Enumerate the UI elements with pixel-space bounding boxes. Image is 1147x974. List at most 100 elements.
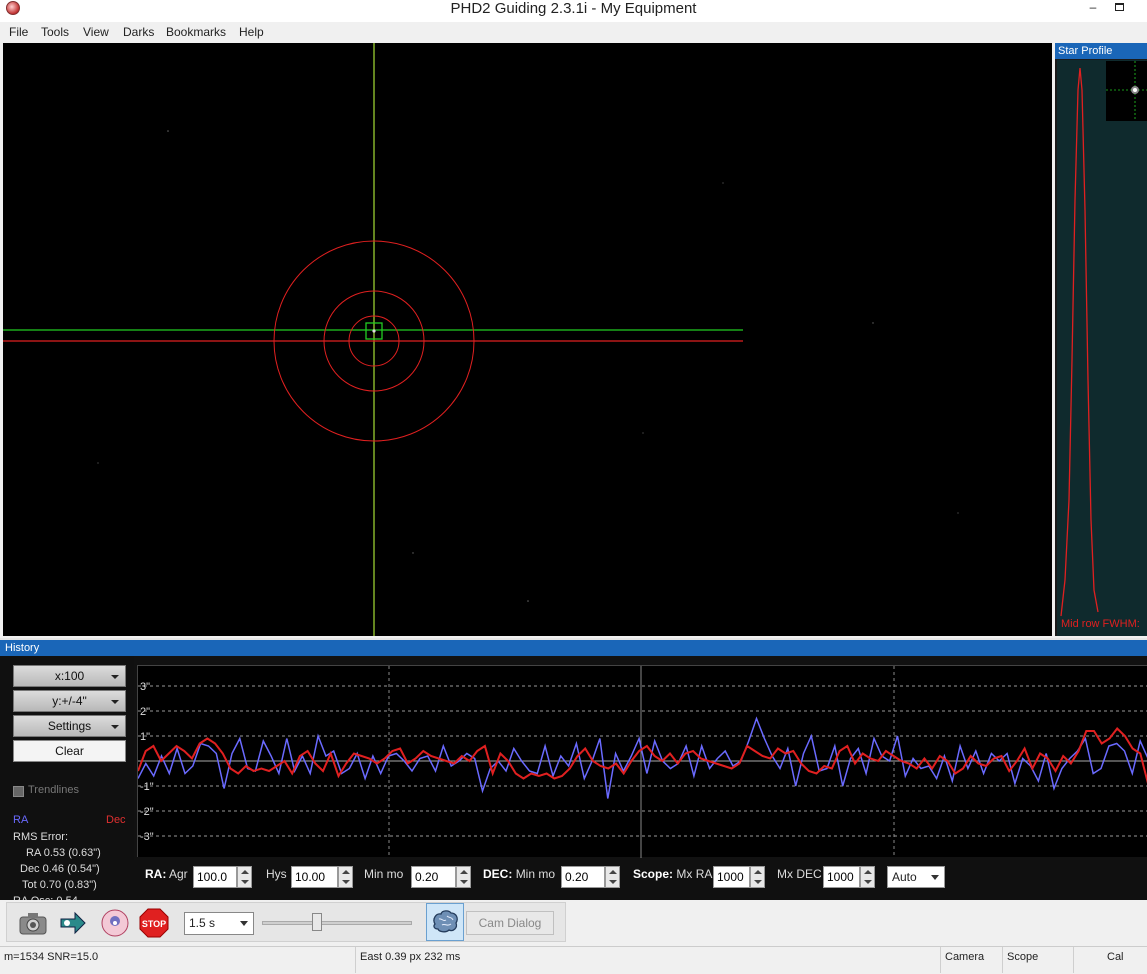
cam-dialog-button[interactable]: Cam Dialog	[466, 911, 554, 935]
window-title: PHD2 Guiding 2.3.1i - My Equipment	[450, 0, 697, 17]
exposure-duration-select[interactable]: 1.5 s	[184, 912, 254, 935]
settings-dropdown[interactable]: Settings	[13, 715, 126, 737]
menu-bookmarks[interactable]: Bookmarks	[166, 25, 226, 39]
hys-label: Hys	[266, 867, 287, 881]
spinner-arrows-icon[interactable]	[456, 866, 471, 888]
y-tick-label: -1"	[140, 781, 154, 793]
status-divider	[1002, 947, 1003, 973]
guide-params-bar: RA: Agr Hys Min mo DEC: Min mo Scope: Mx…	[134, 860, 1147, 900]
trendlines-checkbox[interactable]	[13, 786, 24, 797]
chevron-down-icon	[111, 675, 119, 679]
legend-ra: RA	[13, 814, 29, 826]
brain-phd-icon[interactable]	[99, 907, 131, 939]
fwhm-label: Mid row FWHM:	[1061, 618, 1140, 630]
title-bar: PHD2 Guiding 2.3.1i - My Equipment –	[0, 0, 1147, 22]
dec-min-move-input[interactable]	[561, 866, 605, 888]
camera-status: Camera	[945, 951, 985, 963]
dec-mode-select[interactable]: Auto	[887, 866, 945, 888]
spinner-arrows-icon[interactable]	[750, 866, 765, 888]
trendlines-label: Trendlines	[28, 784, 79, 796]
y-tick-label: 1"	[140, 731, 150, 743]
ra-section-label: RA:	[145, 867, 167, 881]
x-scale-label: x:100	[54, 669, 85, 683]
menu-help[interactable]: Help	[239, 25, 264, 39]
brain-icon	[433, 910, 458, 933]
chevron-down-icon	[111, 700, 119, 704]
minimize-button[interactable]: –	[1080, 0, 1106, 18]
y-scale-label: y:+/-4"	[52, 694, 87, 708]
dec-mode-value: Auto	[892, 870, 917, 884]
max-dec-label: Mx DEC	[777, 867, 822, 881]
history-graph[interactable]: 3" 2" 1" -1" -2" -3"	[137, 665, 1147, 858]
star-info-status: m=1534 SNR=15.0	[4, 951, 99, 963]
guide-star	[372, 329, 376, 333]
ra-hysteresis-input[interactable]	[291, 866, 338, 888]
stop-label: STOP	[142, 919, 166, 929]
y-tick-label: 2"	[140, 706, 150, 718]
main-toolbar: STOP 1.5 s	[0, 900, 1147, 944]
spinner-arrows-icon[interactable]	[860, 866, 875, 888]
max-ra-label: Mx RA	[676, 867, 713, 881]
scope-section-label: Scope:	[633, 867, 674, 881]
status-divider	[940, 947, 941, 973]
gamma-slider[interactable]	[262, 913, 412, 933]
star-profile-panel: Star Profile Mid row FWHM:	[1055, 43, 1147, 636]
y-tick-label: 3"	[140, 681, 150, 693]
clear-button[interactable]: Clear	[13, 740, 126, 762]
maximize-button[interactable]	[1106, 0, 1132, 18]
y-tick-label: -3"	[140, 831, 154, 843]
menu-view[interactable]: View	[83, 25, 109, 39]
legend-dec: Dec	[106, 814, 126, 826]
status-divider	[1073, 947, 1074, 973]
history-controls: x:100 y:+/-4" Settings Clear Trendlines …	[0, 656, 134, 907]
star-thumbnail	[1106, 61, 1147, 121]
profile-curve	[1060, 67, 1099, 617]
guide-step-status: East 0.39 px 232 ms	[360, 951, 461, 963]
dec-min-move-label: Min mo	[515, 867, 556, 881]
menu-tools[interactable]: Tools	[41, 25, 69, 39]
ra-aggressiveness-input[interactable]	[193, 866, 237, 888]
menu-bar: File Tools View Darks Bookmarks Help	[0, 22, 1147, 43]
guide-overlay	[3, 43, 959, 636]
maximize-icon	[1114, 3, 1124, 11]
phd2-window: PHD2 Guiding 2.3.1i - My Equipment – Fil…	[0, 0, 1147, 974]
dec-section-label: DEC:	[483, 867, 513, 881]
exposure-duration-value: 1.5 s	[189, 916, 216, 930]
spinner-arrows-icon[interactable]	[237, 866, 252, 888]
rms-dec: Dec 0.46 (0.54")	[20, 863, 100, 875]
chevron-down-icon	[931, 875, 939, 880]
rms-total: Tot 0.70 (0.83")	[22, 879, 97, 891]
camera-icon[interactable]	[17, 907, 49, 939]
max-dec-input[interactable]	[823, 866, 860, 888]
x-scale-dropdown[interactable]: x:100	[13, 665, 126, 687]
guide-arrow-icon[interactable]	[57, 907, 89, 939]
scope-params-label: Scope: Mx RA	[633, 867, 712, 881]
stop-icon[interactable]: STOP	[138, 907, 170, 939]
gamma-slider-rail	[262, 921, 412, 925]
guide-image-view[interactable]	[3, 43, 1052, 636]
ra-min-move-input[interactable]	[411, 866, 456, 888]
menu-darks[interactable]: Darks	[123, 25, 154, 39]
history-chart: 3" 2" 1" -1" -2" -3"	[138, 666, 1147, 858]
star-profile-title: Star Profile	[1055, 43, 1147, 59]
y-tick-label: -2"	[140, 806, 154, 818]
ra-params-label: RA: Agr	[145, 867, 188, 881]
history-title: History	[0, 638, 1147, 656]
dec-params-label: DEC: Min mo	[483, 867, 555, 881]
gamma-slider-thumb[interactable]	[312, 913, 322, 931]
agr-label: Agr	[169, 867, 188, 881]
spinner-arrows-icon[interactable]	[605, 866, 620, 888]
chevron-down-icon	[240, 921, 248, 926]
star-profile-graph: Mid row FWHM:	[1057, 60, 1147, 636]
settings-label: Settings	[47, 719, 92, 733]
rms-ra: RA 0.53 (0.63")	[26, 847, 101, 859]
menu-file[interactable]: File	[9, 25, 28, 39]
max-ra-input[interactable]	[713, 866, 750, 888]
star-thumbnail-image	[1106, 61, 1147, 121]
ra-min-move-label: Min mo	[364, 867, 404, 881]
y-scale-dropdown[interactable]: y:+/-4"	[13, 690, 126, 712]
calibration-status: Cal	[1107, 951, 1124, 963]
chevron-down-icon	[111, 725, 119, 729]
advanced-settings-button[interactable]	[426, 903, 464, 941]
spinner-arrows-icon[interactable]	[338, 866, 353, 888]
